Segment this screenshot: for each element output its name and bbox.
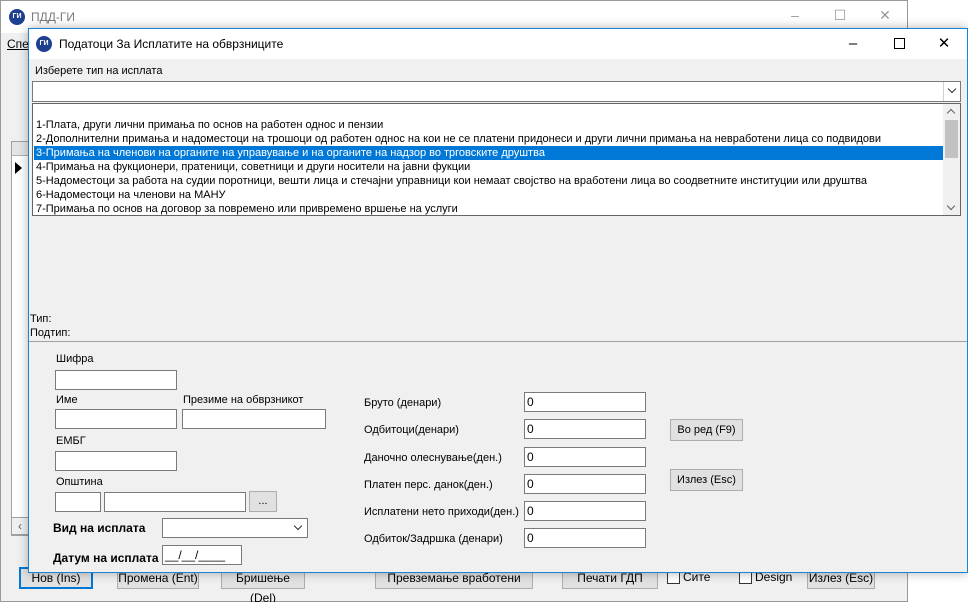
- net-income-label: Исплатени нето приходи(ден.): [364, 506, 519, 518]
- dialog-maximize-icon[interactable]: [884, 33, 914, 55]
- maximize-icon[interactable]: ☐: [830, 7, 850, 24]
- list-scrollbar[interactable]: [943, 104, 960, 215]
- tax-relief-label: Даночно олеснување(ден.): [364, 452, 502, 464]
- municipality-browse-button[interactable]: ...: [249, 491, 277, 512]
- code-input[interactable]: [55, 370, 177, 390]
- payment-type-combo[interactable]: [32, 81, 961, 102]
- dialog-title: Податоци За Исплатите на обврзниците: [59, 37, 284, 51]
- dialog-minimize-icon[interactable]: –: [838, 33, 868, 55]
- payment-date-input[interactable]: __/__/____: [162, 545, 242, 565]
- surname-label: Презиме на обврзникот: [183, 394, 304, 406]
- municipality-label: Општина: [56, 476, 103, 488]
- close-icon[interactable]: ✕: [875, 7, 895, 24]
- payment-type-items: 1-Плата, други лични примања по основ на…: [34, 118, 944, 216]
- payment-type-option[interactable]: 4-Примања на фукционери, пратеници, сове…: [34, 160, 944, 174]
- section-divider: [29, 341, 967, 342]
- scroll-thumb[interactable]: [945, 120, 958, 158]
- gross-input[interactable]: 0: [524, 392, 646, 412]
- payment-type-option[interactable]: 5-Надоместоци за работа на судии поротни…: [34, 174, 944, 188]
- ok-button[interactable]: Во ред (F9): [670, 419, 743, 441]
- withholding-label: Одбиток/Задршка (денари): [364, 533, 503, 545]
- payment-type-option[interactable]: 1-Плата, други лични примања по основ на…: [34, 118, 944, 132]
- payment-type-option[interactable]: 6-Надоместоци на членови на МАНУ: [34, 188, 944, 202]
- first-name-label: Име: [56, 394, 78, 406]
- scroll-left-icon[interactable]: ‹: [11, 517, 29, 535]
- payment-type-option[interactable]: 3-Примања на членови на органите на упра…: [34, 146, 944, 160]
- main-window-title: ПДД-ГИ: [31, 10, 75, 24]
- type-label: Тип:: [30, 313, 52, 325]
- payment-type-list[interactable]: 1-Плата, други лични примања по основ на…: [32, 103, 961, 216]
- deductions-input[interactable]: 0: [524, 419, 646, 439]
- payment-kind-label: Вид на исплата: [53, 521, 146, 535]
- payment-type-dropdown-button[interactable]: [943, 82, 960, 101]
- row-pointer-icon: [15, 162, 22, 174]
- scroll-down-icon[interactable]: [946, 201, 956, 211]
- embg-input[interactable]: [55, 451, 177, 471]
- dialog-close-icon[interactable]: ✕: [929, 33, 959, 55]
- payment-type-option[interactable]: 2-Дополнителни примања и надоместоци на …: [34, 132, 944, 146]
- minimize-icon[interactable]: –: [785, 7, 805, 23]
- payment-type-prompt: Изберете тип на исплата: [35, 65, 163, 77]
- personal-tax-input[interactable]: 0: [524, 474, 646, 494]
- scroll-up-icon[interactable]: [946, 108, 956, 118]
- code-label: Шифра: [56, 353, 94, 365]
- first-name-input[interactable]: [55, 409, 177, 429]
- chevron-down-icon: [293, 521, 303, 531]
- deductions-label: Одбитоци(денари): [364, 424, 459, 436]
- withholding-input[interactable]: 0: [524, 528, 646, 548]
- surname-input[interactable]: [182, 409, 326, 429]
- menu-item[interactable]: Спе: [7, 37, 29, 51]
- municipality-name-input[interactable]: [104, 492, 246, 512]
- payment-type-option[interactable]: 7-Примања по основ на договор за повреме…: [34, 202, 944, 216]
- payments-dialog: ГИ Податоци За Исплатите на обврзниците …: [28, 28, 968, 573]
- net-income-input[interactable]: 0: [524, 501, 646, 521]
- exit-button[interactable]: Излез (Esc): [670, 469, 743, 491]
- subtype-label: Подтип:: [30, 327, 71, 339]
- tax-relief-input[interactable]: 0: [524, 447, 646, 467]
- gross-label: Бруто (денари): [364, 397, 442, 409]
- embg-label: ЕМБГ: [56, 435, 86, 447]
- payment-date-label: Датум на исплата: [53, 551, 159, 565]
- personal-tax-label: Платен перс. данок(ден.): [364, 479, 493, 491]
- dialog-app-icon: ГИ: [36, 36, 52, 52]
- app-icon: ГИ: [9, 9, 25, 25]
- dialog-titlebar: ГИ Податоци За Исплатите на обврзниците …: [29, 29, 967, 59]
- chevron-down-icon: [947, 84, 957, 94]
- municipality-code-input[interactable]: [55, 492, 101, 512]
- payment-kind-select[interactable]: [162, 518, 308, 538]
